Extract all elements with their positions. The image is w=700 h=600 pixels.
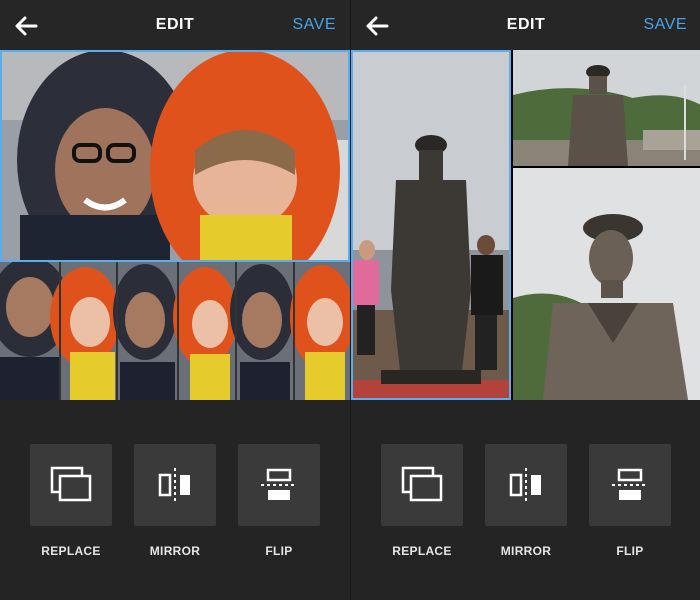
collage-photo-selfie[interactable] [0, 50, 350, 262]
save-button[interactable]: SAVE [644, 16, 688, 34]
flip-label: FLIP [616, 544, 644, 558]
mirror-button[interactable]: MIRROR [485, 444, 567, 558]
replace-button[interactable]: REPLACE [381, 444, 463, 558]
replace-label: REPLACE [392, 544, 452, 558]
collage-canvas [351, 50, 700, 400]
flip-icon [612, 468, 648, 500]
replace-label: REPLACE [41, 544, 101, 558]
mirror-label: MIRROR [500, 544, 552, 558]
edit-screen-left: EDIT SAVE REPLACE MIRROR FLIP [0, 0, 350, 600]
mirror-icon [509, 468, 541, 502]
replace-icon [401, 466, 443, 502]
flip-label: FLIP [265, 544, 293, 558]
mirror-icon [158, 468, 190, 502]
mirror-label: MIRROR [149, 544, 201, 558]
flip-button[interactable]: FLIP [238, 444, 320, 558]
flip-button[interactable]: FLIP [589, 444, 671, 558]
flip-icon [261, 468, 297, 500]
save-button[interactable]: SAVE [293, 16, 337, 34]
collage-photo-statue-hills[interactable] [513, 50, 700, 166]
collage-photo-statue-crowd[interactable] [351, 50, 511, 400]
mirror-button[interactable]: MIRROR [134, 444, 216, 558]
tool-bar: REPLACE MIRROR FLIP [0, 400, 350, 600]
replace-button[interactable]: REPLACE [30, 444, 112, 558]
replace-icon [50, 466, 92, 502]
collage-canvas [0, 50, 350, 400]
collage-photo-statue-portrait[interactable] [513, 168, 700, 400]
tool-bar: REPLACE MIRROR FLIP [351, 400, 700, 600]
top-bar: EDIT SAVE [351, 0, 700, 50]
edit-screen-right: EDIT SAVE REPLACE MIRROR FLIP [350, 0, 700, 600]
collage-photo-strip[interactable] [0, 262, 350, 400]
top-bar: EDIT SAVE [0, 0, 350, 50]
